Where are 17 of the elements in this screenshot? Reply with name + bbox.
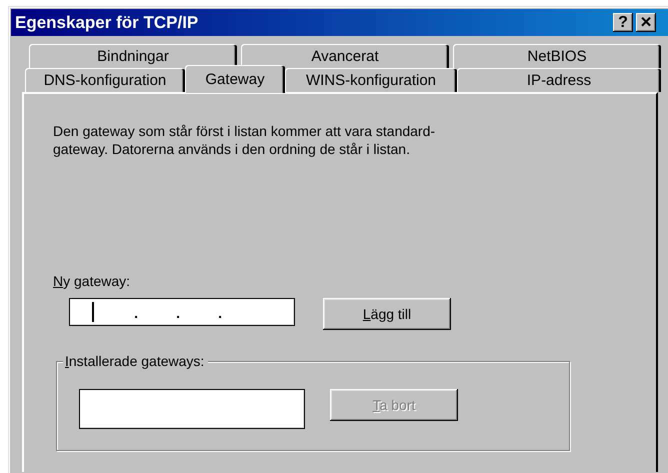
help-button[interactable]: ? [613, 13, 633, 32]
tab[interactable]: WINS-konfiguration [285, 68, 457, 92]
tab[interactable]: NetBIOS [453, 44, 661, 68]
text-cursor [92, 302, 94, 322]
tab[interactable]: Gateway [185, 65, 285, 93]
tab[interactable]: DNS-konfiguration [25, 68, 185, 92]
tab[interactable]: Avancerat [241, 44, 449, 68]
group-label: Installerade gateways: [63, 353, 208, 369]
close-button[interactable]: × [636, 13, 656, 32]
new-gateway-label: Ny gateway: [53, 273, 132, 289]
ip-address-field[interactable]: . . . [69, 298, 295, 326]
add-button[interactable]: Lägg till [323, 298, 451, 330]
tab[interactable]: Bindningar [29, 44, 237, 68]
tab[interactable]: IP-adress [457, 68, 661, 92]
description-text: Den gateway som står först i listan kommer att vara standard-gateway. Datorerna används i den ordning de står i listan. [53, 122, 436, 158]
gateway-list[interactable] [79, 389, 305, 429]
window-title: Egenskaper för TCP/IP [15, 12, 200, 32]
